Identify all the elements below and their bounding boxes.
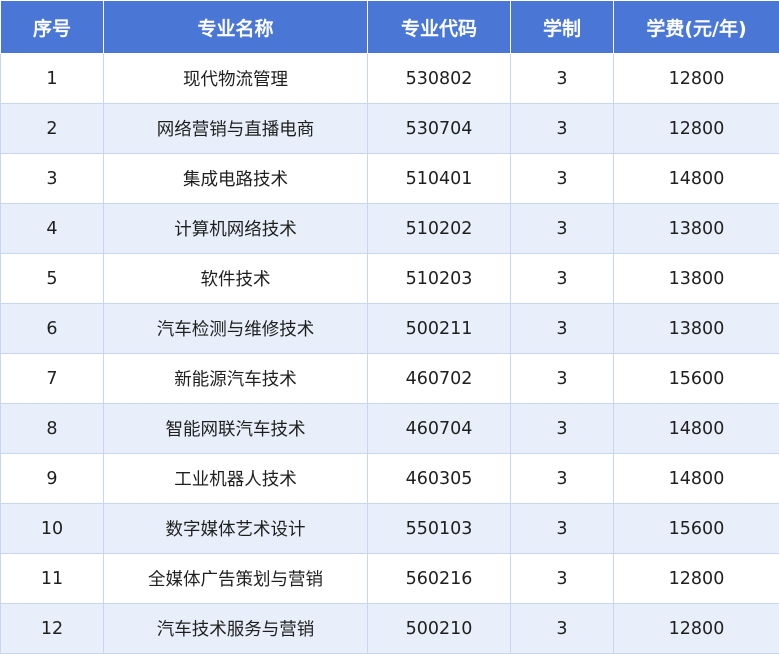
cell-major-name: 工业机器人技术 — [104, 454, 368, 504]
cell-major-name: 智能网联汽车技术 — [104, 404, 368, 454]
table-row: 4计算机网络技术510202313800 — [1, 204, 779, 254]
cell-major-name: 汽车技术服务与营销 — [104, 604, 368, 654]
cell-major-name: 软件技术 — [104, 254, 368, 304]
cell-major-name: 全媒体广告策划与营销 — [104, 554, 368, 604]
cell-tuition: 12800 — [614, 604, 779, 654]
cell-duration: 3 — [511, 504, 614, 554]
cell-major-code: 510203 — [368, 254, 511, 304]
cell-index: 1 — [1, 54, 104, 104]
table-body: 1现代物流管理5308023128002网络营销与直播电商53070431280… — [1, 54, 779, 654]
cell-major-code: 510401 — [368, 154, 511, 204]
cell-index: 6 — [1, 304, 104, 354]
cell-major-name: 新能源汽车技术 — [104, 354, 368, 404]
tuition-table: 序号 专业名称 专业代码 学制 学费(元/年) 1现代物流管理530802312… — [0, 0, 779, 654]
cell-duration: 3 — [511, 154, 614, 204]
cell-major-code: 460305 — [368, 454, 511, 504]
table-row: 2网络营销与直播电商530704312800 — [1, 104, 779, 154]
header-major-code: 专业代码 — [368, 1, 511, 54]
header-index: 序号 — [1, 1, 104, 54]
cell-major-code: 560216 — [368, 554, 511, 604]
table-row: 12汽车技术服务与营销500210312800 — [1, 604, 779, 654]
cell-major-name: 集成电路技术 — [104, 154, 368, 204]
header-row: 序号 专业名称 专业代码 学制 学费(元/年) — [1, 1, 779, 54]
cell-tuition: 14800 — [614, 154, 779, 204]
cell-major-name: 现代物流管理 — [104, 54, 368, 104]
cell-major-code: 530704 — [368, 104, 511, 154]
cell-index: 11 — [1, 554, 104, 604]
cell-major-name: 汽车检测与维修技术 — [104, 304, 368, 354]
cell-index: 3 — [1, 154, 104, 204]
cell-index: 10 — [1, 504, 104, 554]
cell-duration: 3 — [511, 404, 614, 454]
cell-index: 12 — [1, 604, 104, 654]
cell-tuition: 12800 — [614, 54, 779, 104]
cell-duration: 3 — [511, 54, 614, 104]
cell-tuition: 14800 — [614, 454, 779, 504]
cell-index: 8 — [1, 404, 104, 454]
cell-index: 7 — [1, 354, 104, 404]
table-row: 8智能网联汽车技术460704314800 — [1, 404, 779, 454]
cell-duration: 3 — [511, 354, 614, 404]
cell-major-code: 530802 — [368, 54, 511, 104]
cell-duration: 3 — [511, 304, 614, 354]
cell-index: 2 — [1, 104, 104, 154]
cell-tuition: 13800 — [614, 254, 779, 304]
cell-major-name: 数字媒体艺术设计 — [104, 504, 368, 554]
cell-duration: 3 — [511, 204, 614, 254]
cell-index: 5 — [1, 254, 104, 304]
header-tuition: 学费(元/年) — [614, 1, 779, 54]
header-duration: 学制 — [511, 1, 614, 54]
table-row: 10数字媒体艺术设计550103315600 — [1, 504, 779, 554]
cell-tuition: 14800 — [614, 404, 779, 454]
cell-tuition: 13800 — [614, 204, 779, 254]
cell-tuition: 15600 — [614, 354, 779, 404]
cell-major-code: 500211 — [368, 304, 511, 354]
cell-index: 9 — [1, 454, 104, 504]
cell-tuition: 15600 — [614, 504, 779, 554]
table-row: 7新能源汽车技术460702315600 — [1, 354, 779, 404]
cell-major-code: 510202 — [368, 204, 511, 254]
cell-index: 4 — [1, 204, 104, 254]
cell-major-code: 500210 — [368, 604, 511, 654]
cell-major-code: 460702 — [368, 354, 511, 404]
cell-duration: 3 — [511, 454, 614, 504]
table-row: 5软件技术510203313800 — [1, 254, 779, 304]
cell-major-name: 网络营销与直播电商 — [104, 104, 368, 154]
table-row: 3集成电路技术510401314800 — [1, 154, 779, 204]
table-header: 序号 专业名称 专业代码 学制 学费(元/年) — [1, 1, 779, 54]
table-row: 6汽车检测与维修技术500211313800 — [1, 304, 779, 354]
cell-major-code: 550103 — [368, 504, 511, 554]
table-row: 11全媒体广告策划与营销560216312800 — [1, 554, 779, 604]
cell-duration: 3 — [511, 604, 614, 654]
cell-duration: 3 — [511, 254, 614, 304]
cell-tuition: 13800 — [614, 304, 779, 354]
cell-duration: 3 — [511, 104, 614, 154]
cell-major-code: 460704 — [368, 404, 511, 454]
header-major-name: 专业名称 — [104, 1, 368, 54]
table-row: 9工业机器人技术460305314800 — [1, 454, 779, 504]
cell-duration: 3 — [511, 554, 614, 604]
table-row: 1现代物流管理530802312800 — [1, 54, 779, 104]
cell-major-name: 计算机网络技术 — [104, 204, 368, 254]
cell-tuition: 12800 — [614, 104, 779, 154]
cell-tuition: 12800 — [614, 554, 779, 604]
